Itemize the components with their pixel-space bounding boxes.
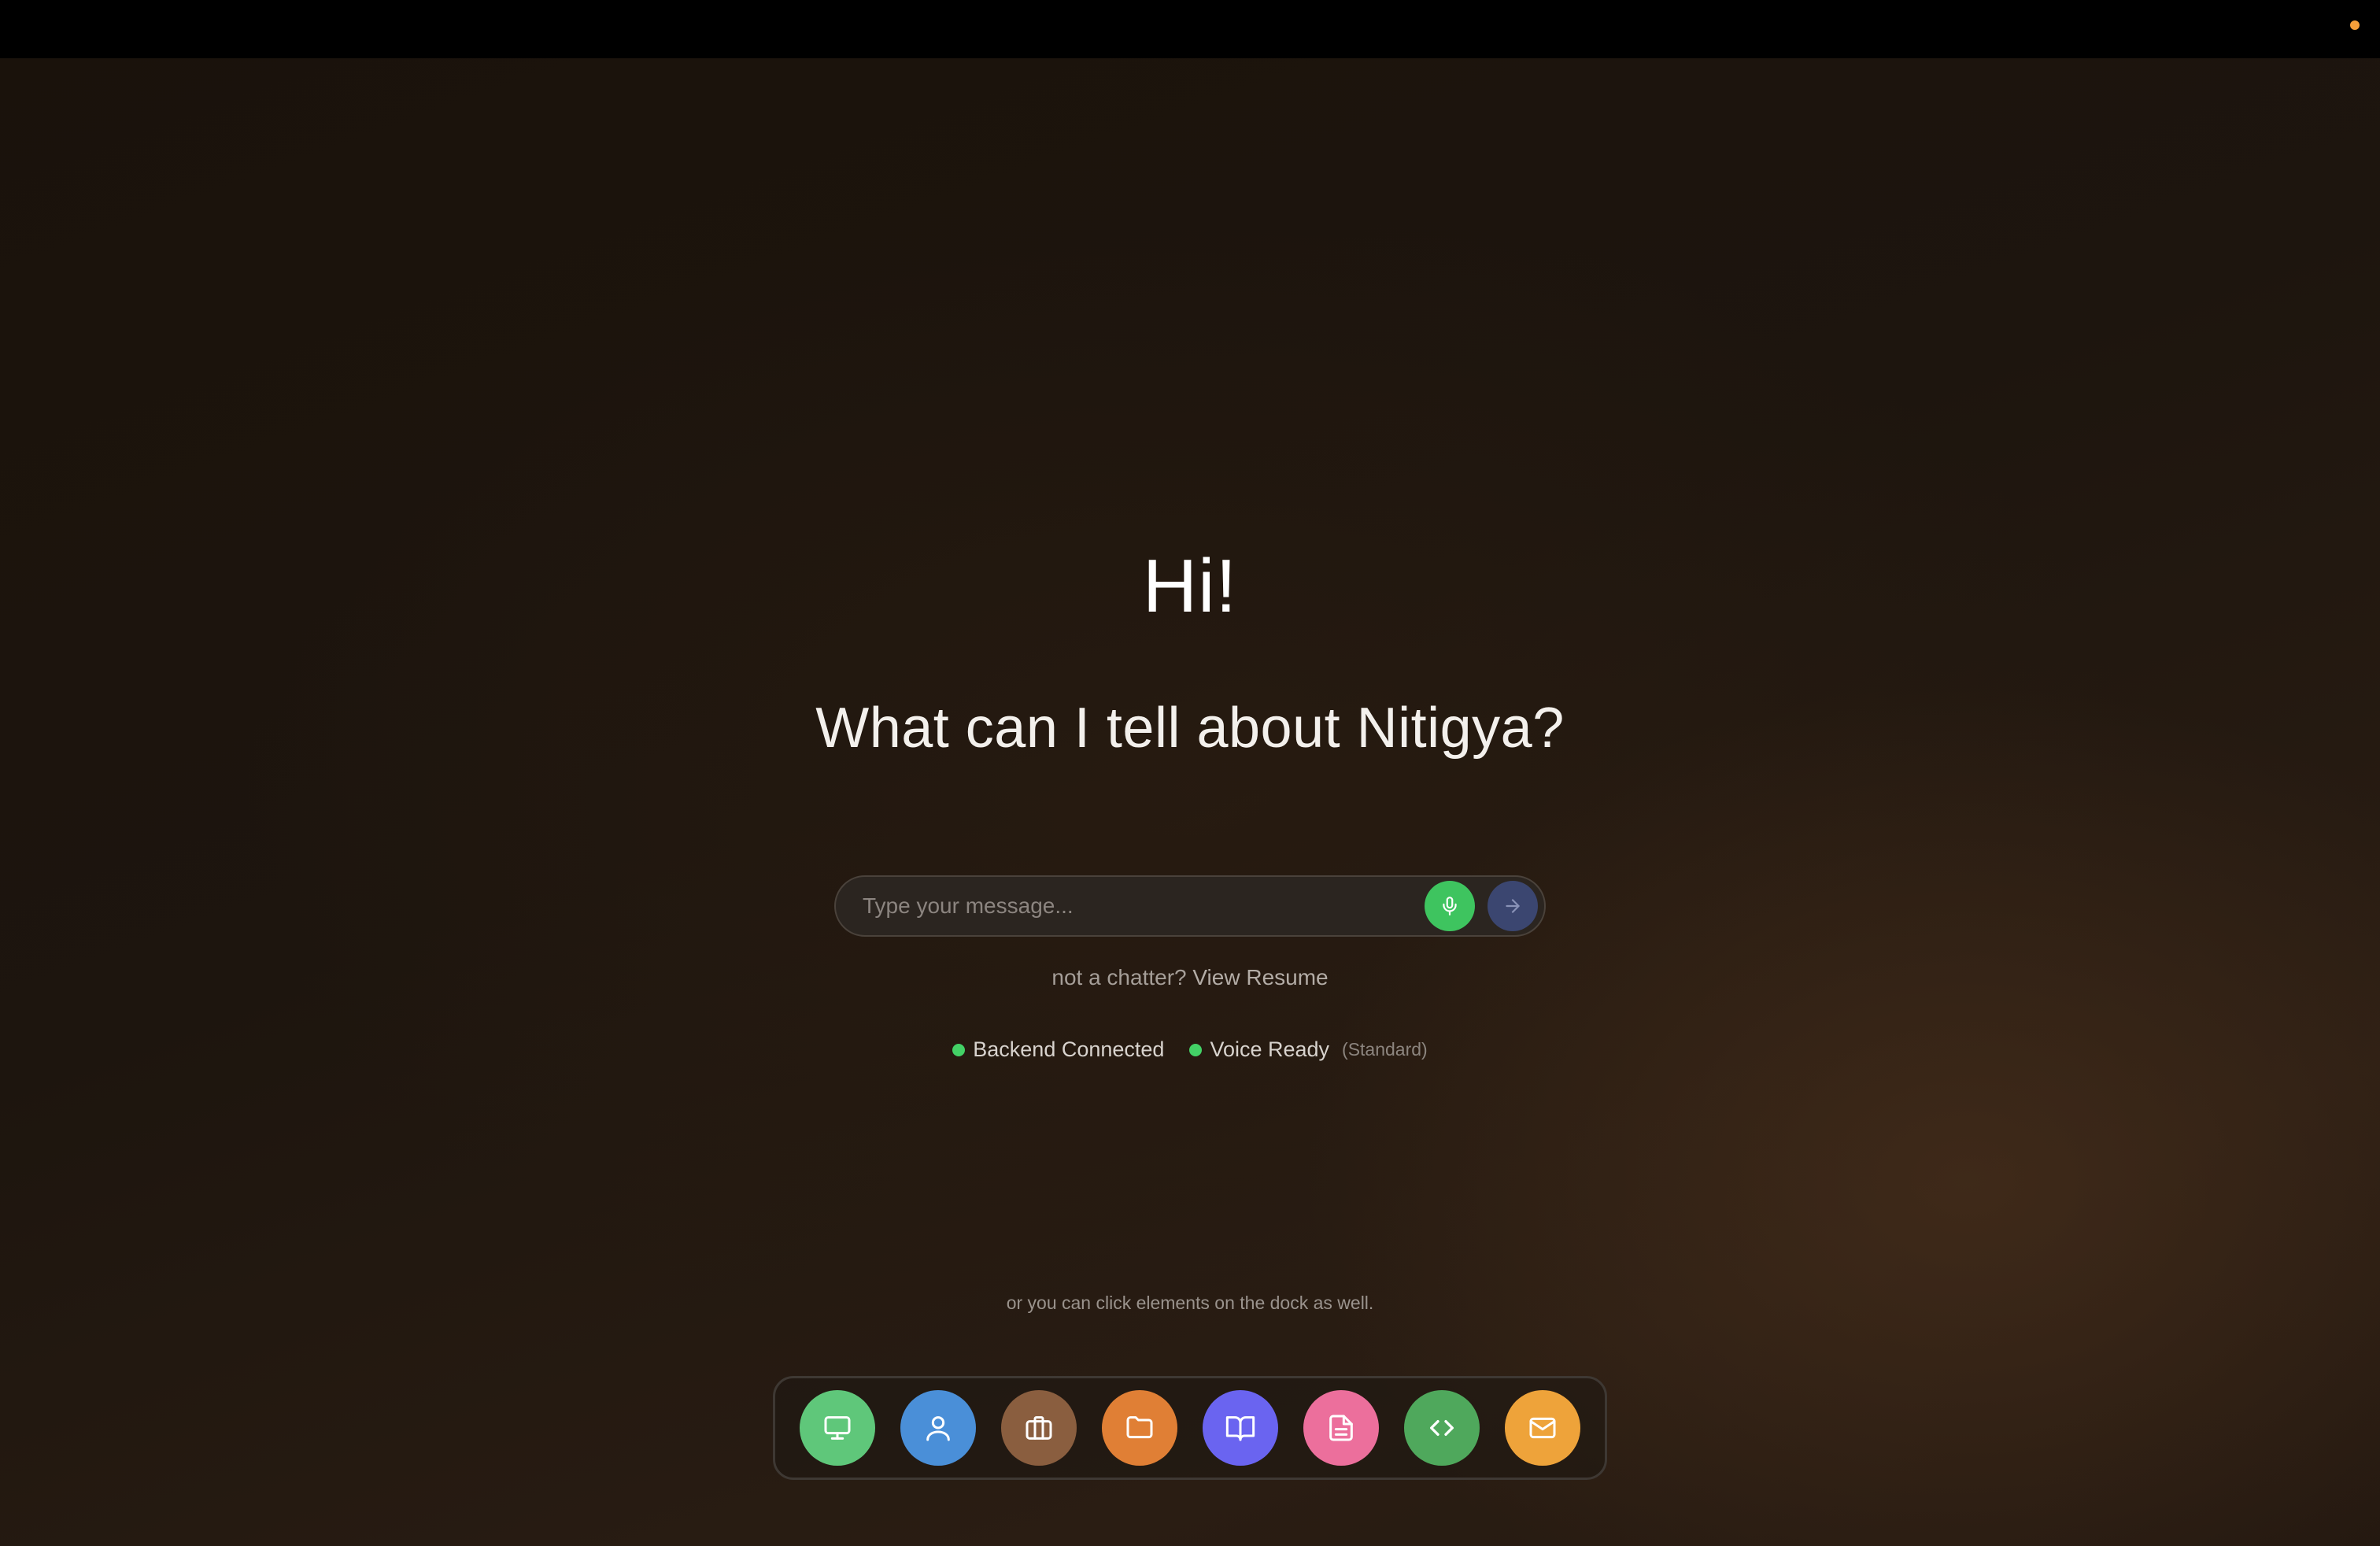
top-bar — [0, 0, 2380, 58]
document-icon — [1329, 1415, 1353, 1441]
voice-mode-label: (Standard) — [1342, 1039, 1428, 1060]
dock-folder-button[interactable] — [1102, 1390, 1177, 1466]
dock — [773, 1376, 1607, 1480]
dock-user-button[interactable] — [900, 1390, 976, 1466]
screen: Hi! What can I tell about Nitigya? not a… — [0, 0, 2380, 1546]
backend-status-dot — [952, 1043, 966, 1056]
microphone-icon — [1443, 897, 1457, 915]
message-input[interactable] — [836, 877, 1425, 935]
dock-book-button[interactable] — [1203, 1390, 1278, 1466]
send-button[interactable] — [1488, 881, 1538, 931]
arrow-right-icon — [1506, 899, 1520, 913]
voice-status-label: Voice Ready — [1210, 1037, 1330, 1061]
resume-prompt: not a chatter? View Resume — [0, 965, 2380, 990]
chat-input-bar — [834, 875, 1546, 937]
dock-briefcase-button[interactable] — [1001, 1390, 1077, 1466]
user-icon — [926, 1416, 950, 1441]
connection-statuses: Backend Connected Voice Ready (Standard) — [0, 1037, 2380, 1062]
notification-dot — [2350, 20, 2360, 30]
backend-status: Backend Connected — [952, 1037, 1164, 1062]
book-open-icon — [1225, 1416, 1255, 1441]
subtitle-heading: What can I tell about Nitigya? — [815, 697, 1565, 760]
dock-mail-button[interactable] — [1505, 1390, 1580, 1466]
briefcase-icon — [1026, 1416, 1052, 1440]
dock-code-button[interactable] — [1404, 1390, 1480, 1466]
voice-status-dot — [1189, 1043, 1203, 1056]
mail-icon — [1529, 1417, 1556, 1439]
resume-prefix: not a chatter? — [1051, 965, 1187, 989]
dock-document-button[interactable] — [1303, 1390, 1379, 1466]
voice-status: Voice Ready (Standard) — [1189, 1037, 1428, 1062]
monitor-icon — [824, 1416, 851, 1440]
dock-hint: or you can click elements on the dock as… — [1006, 1293, 1374, 1313]
dock-monitor-button[interactable] — [800, 1390, 875, 1466]
folder-icon — [1126, 1416, 1153, 1439]
mic-button[interactable] — [1425, 881, 1475, 931]
greeting-heading: Hi! — [1142, 544, 1238, 628]
code-icon — [1430, 1420, 1454, 1436]
view-resume-link[interactable]: View Resume — [1192, 965, 1328, 989]
backend-status-label: Backend Connected — [973, 1037, 1165, 1061]
